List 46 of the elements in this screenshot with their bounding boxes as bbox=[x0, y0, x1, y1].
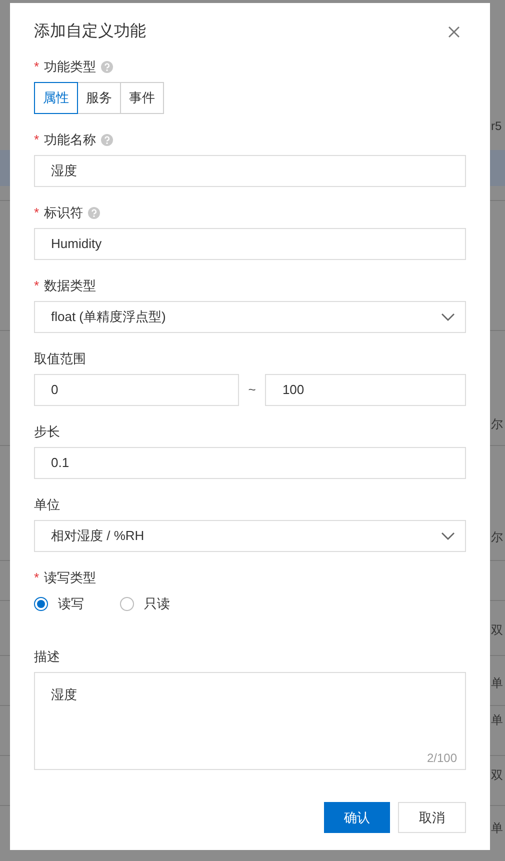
radio-label[interactable]: 读写 bbox=[58, 594, 84, 614]
field-label: 步长 bbox=[34, 423, 60, 442]
required-mark: * bbox=[34, 204, 40, 222]
required-mark: * bbox=[34, 277, 40, 296]
cancel-button[interactable]: 取消 bbox=[398, 802, 466, 833]
type-tab[interactable]: 事件 bbox=[120, 82, 164, 114]
field-label: 描述 bbox=[34, 648, 60, 666]
select-field[interactable]: 相对湿度 / %RH bbox=[34, 520, 466, 552]
input-field[interactable]: 100 bbox=[265, 374, 466, 406]
type-tab[interactable]: 服务 bbox=[77, 82, 121, 114]
select-field[interactable]: float (单精度浮点型) bbox=[34, 301, 466, 333]
dialog-title: 添加自定义功能 bbox=[34, 22, 146, 42]
background-text: 单 bbox=[491, 714, 503, 726]
field-label: 标识符 bbox=[44, 204, 84, 222]
textarea-value: 湿度 bbox=[51, 687, 77, 702]
chevron-down-icon bbox=[441, 313, 455, 321]
field-label: 功能类型 bbox=[44, 58, 96, 76]
input-field[interactable]: 湿度 bbox=[34, 155, 466, 187]
field-label: 数据类型 bbox=[44, 277, 96, 296]
required-mark: * bbox=[34, 569, 40, 588]
input-field[interactable]: 0 bbox=[34, 374, 239, 406]
background-text: 尔 bbox=[491, 531, 503, 543]
required-mark: * bbox=[34, 58, 40, 76]
field-label: 取值范围 bbox=[34, 350, 86, 368]
field-label: 功能名称 bbox=[44, 131, 96, 150]
confirm-button[interactable]: 确认 bbox=[324, 802, 390, 833]
close-icon[interactable] bbox=[448, 26, 460, 38]
character-counter: 2/100 bbox=[426, 750, 457, 767]
required-mark: * bbox=[34, 131, 40, 150]
range-separator: ~ bbox=[247, 381, 257, 400]
radio-label[interactable]: 只读 bbox=[144, 594, 170, 614]
background-text: 双 bbox=[491, 624, 503, 636]
type-tab[interactable]: 属性 bbox=[34, 82, 78, 114]
background-text: r5 bbox=[491, 120, 502, 132]
background-text: 单 bbox=[491, 822, 503, 834]
input-field[interactable]: 0.1 bbox=[34, 447, 466, 479]
background-text: 双 bbox=[491, 769, 503, 781]
background-text: 尔 bbox=[491, 418, 503, 430]
input-field[interactable]: Humidity bbox=[34, 228, 466, 260]
field-label: 读写类型 bbox=[44, 569, 96, 588]
background-text: 单 bbox=[491, 677, 503, 689]
chevron-down-icon bbox=[441, 532, 455, 540]
radio-button[interactable] bbox=[120, 597, 134, 611]
field-label: 单位 bbox=[34, 496, 60, 514]
textarea-field[interactable]: 湿度 2/100 bbox=[34, 672, 466, 770]
radio-button[interactable] bbox=[34, 597, 48, 611]
